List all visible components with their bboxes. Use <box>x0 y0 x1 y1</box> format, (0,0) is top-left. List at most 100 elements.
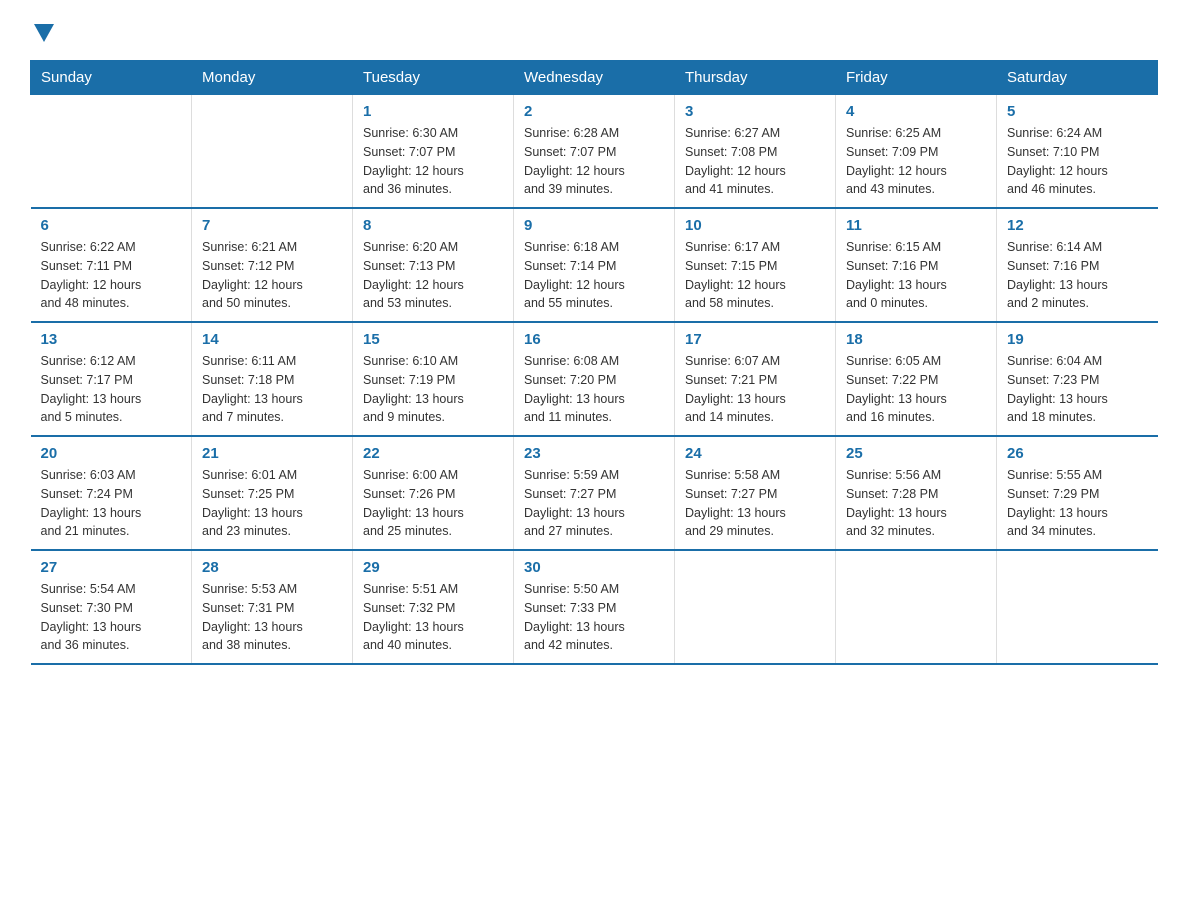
table-row: 17 Sunrise: 6:07 AMSunset: 7:21 PMDayligh… <box>675 322 836 436</box>
day-number: 11 <box>846 217 986 234</box>
day-number: 2 <box>524 103 664 120</box>
logo <box>30 20 54 40</box>
day-info: Sunrise: 6:21 AMSunset: 7:12 PMDaylight:… <box>202 238 342 313</box>
table-row: 13 Sunrise: 6:12 AMSunset: 7:17 PMDayligh… <box>31 322 192 436</box>
day-number: 7 <box>202 217 342 234</box>
table-row: 30 Sunrise: 5:50 AMSunset: 7:33 PMDayligh… <box>514 550 675 664</box>
week-row-3: 13 Sunrise: 6:12 AMSunset: 7:17 PMDayligh… <box>31 322 1158 436</box>
day-info: Sunrise: 6:28 AMSunset: 7:07 PMDaylight:… <box>524 124 664 199</box>
day-info: Sunrise: 5:51 AMSunset: 7:32 PMDaylight:… <box>363 580 503 655</box>
weekday-header-monday: Monday <box>192 61 353 95</box>
weekday-header-saturday: Saturday <box>997 61 1158 95</box>
day-number: 15 <box>363 331 503 348</box>
table-row: 28 Sunrise: 5:53 AMSunset: 7:31 PMDayligh… <box>192 550 353 664</box>
day-number: 9 <box>524 217 664 234</box>
day-number: 8 <box>363 217 503 234</box>
table-row: 8 Sunrise: 6:20 AMSunset: 7:13 PMDaylight… <box>353 208 514 322</box>
table-row: 2 Sunrise: 6:28 AMSunset: 7:07 PMDaylight… <box>514 95 675 209</box>
day-number: 28 <box>202 559 342 576</box>
day-info: Sunrise: 5:56 AMSunset: 7:28 PMDaylight:… <box>846 466 986 541</box>
table-row: 15Sunrise: 6:10 AMSunset: 7:19 PMDayligh… <box>353 322 514 436</box>
day-number: 13 <box>41 331 182 348</box>
week-row-2: 6 Sunrise: 6:22 AMSunset: 7:11 PMDaylight… <box>31 208 1158 322</box>
day-number: 1 <box>363 103 503 120</box>
weekday-header-row: SundayMondayTuesdayWednesdayThursdayFrid… <box>31 61 1158 95</box>
table-row: 16Sunrise: 6:08 AMSunset: 7:20 PMDayligh… <box>514 322 675 436</box>
day-info: Sunrise: 6:15 AMSunset: 7:16 PMDaylight:… <box>846 238 986 313</box>
day-info: Sunrise: 6:08 AMSunset: 7:20 PMDaylight:… <box>524 352 664 427</box>
table-row <box>675 550 836 664</box>
table-row: 18 Sunrise: 6:05 AMSunset: 7:22 PMDayligh… <box>836 322 997 436</box>
table-row: 19 Sunrise: 6:04 AMSunset: 7:23 PMDayligh… <box>997 322 1158 436</box>
day-info: Sunrise: 6:03 AMSunset: 7:24 PMDaylight:… <box>41 466 182 541</box>
day-info: Sunrise: 6:04 AMSunset: 7:23 PMDaylight:… <box>1007 352 1148 427</box>
calendar-body: 1 Sunrise: 6:30 AMSunset: 7:07 PMDaylight… <box>31 95 1158 665</box>
table-row: 25 Sunrise: 5:56 AMSunset: 7:28 PMDayligh… <box>836 436 997 550</box>
day-number: 27 <box>41 559 182 576</box>
table-row: 11 Sunrise: 6:15 AMSunset: 7:16 PMDayligh… <box>836 208 997 322</box>
day-number: 20 <box>41 445 182 462</box>
day-number: 23 <box>524 445 664 462</box>
table-row: 24Sunrise: 5:58 AMSunset: 7:27 PMDayligh… <box>675 436 836 550</box>
table-row: 7 Sunrise: 6:21 AMSunset: 7:12 PMDaylight… <box>192 208 353 322</box>
table-row: 6 Sunrise: 6:22 AMSunset: 7:11 PMDaylight… <box>31 208 192 322</box>
day-number: 6 <box>41 217 182 234</box>
day-number: 3 <box>685 103 825 120</box>
day-number: 5 <box>1007 103 1148 120</box>
day-info: Sunrise: 5:53 AMSunset: 7:31 PMDaylight:… <box>202 580 342 655</box>
weekday-header-tuesday: Tuesday <box>353 61 514 95</box>
day-number: 29 <box>363 559 503 576</box>
weekday-header-wednesday: Wednesday <box>514 61 675 95</box>
page-header <box>30 20 1158 40</box>
day-info: Sunrise: 6:27 AMSunset: 7:08 PMDaylight:… <box>685 124 825 199</box>
day-number: 19 <box>1007 331 1148 348</box>
day-number: 4 <box>846 103 986 120</box>
day-info: Sunrise: 6:17 AMSunset: 7:15 PMDaylight:… <box>685 238 825 313</box>
day-info: Sunrise: 6:25 AMSunset: 7:09 PMDaylight:… <box>846 124 986 199</box>
day-info: Sunrise: 6:18 AMSunset: 7:14 PMDaylight:… <box>524 238 664 313</box>
table-row <box>192 95 353 209</box>
table-row: 20 Sunrise: 6:03 AMSunset: 7:24 PMDayligh… <box>31 436 192 550</box>
week-row-5: 27 Sunrise: 5:54 AMSunset: 7:30 PMDayligh… <box>31 550 1158 664</box>
day-info: Sunrise: 5:55 AMSunset: 7:29 PMDaylight:… <box>1007 466 1148 541</box>
day-info: Sunrise: 6:24 AMSunset: 7:10 PMDaylight:… <box>1007 124 1148 199</box>
day-info: Sunrise: 6:11 AMSunset: 7:18 PMDaylight:… <box>202 352 342 427</box>
table-row: 3 Sunrise: 6:27 AMSunset: 7:08 PMDaylight… <box>675 95 836 209</box>
day-number: 18 <box>846 331 986 348</box>
table-row: 12 Sunrise: 6:14 AMSunset: 7:16 PMDayligh… <box>997 208 1158 322</box>
day-number: 14 <box>202 331 342 348</box>
day-number: 30 <box>524 559 664 576</box>
table-row: 5 Sunrise: 6:24 AMSunset: 7:10 PMDaylight… <box>997 95 1158 209</box>
day-info: Sunrise: 6:20 AMSunset: 7:13 PMDaylight:… <box>363 238 503 313</box>
day-number: 17 <box>685 331 825 348</box>
day-number: 21 <box>202 445 342 462</box>
table-row: 10Sunrise: 6:17 AMSunset: 7:15 PMDayligh… <box>675 208 836 322</box>
day-info: Sunrise: 5:50 AMSunset: 7:33 PMDaylight:… <box>524 580 664 655</box>
table-row: 9 Sunrise: 6:18 AMSunset: 7:14 PMDaylight… <box>514 208 675 322</box>
table-row: 27 Sunrise: 5:54 AMSunset: 7:30 PMDayligh… <box>31 550 192 664</box>
day-number: 12 <box>1007 217 1148 234</box>
weekday-header-sunday: Sunday <box>31 61 192 95</box>
day-number: 25 <box>846 445 986 462</box>
table-row: 14 Sunrise: 6:11 AMSunset: 7:18 PMDayligh… <box>192 322 353 436</box>
table-row: 22 Sunrise: 6:00 AMSunset: 7:26 PMDayligh… <box>353 436 514 550</box>
table-row <box>997 550 1158 664</box>
day-info: Sunrise: 6:30 AMSunset: 7:07 PMDaylight:… <box>363 124 503 199</box>
day-info: Sunrise: 5:54 AMSunset: 7:30 PMDaylight:… <box>41 580 182 655</box>
day-info: Sunrise: 6:05 AMSunset: 7:22 PMDaylight:… <box>846 352 986 427</box>
day-number: 22 <box>363 445 503 462</box>
calendar-table: SundayMondayTuesdayWednesdayThursdayFrid… <box>30 60 1158 665</box>
day-info: Sunrise: 5:59 AMSunset: 7:27 PMDaylight:… <box>524 466 664 541</box>
table-row: 21 Sunrise: 6:01 AMSunset: 7:25 PMDayligh… <box>192 436 353 550</box>
day-info: Sunrise: 6:14 AMSunset: 7:16 PMDaylight:… <box>1007 238 1148 313</box>
table-row: 1 Sunrise: 6:30 AMSunset: 7:07 PMDaylight… <box>353 95 514 209</box>
day-info: Sunrise: 6:22 AMSunset: 7:11 PMDaylight:… <box>41 238 182 313</box>
day-info: Sunrise: 6:00 AMSunset: 7:26 PMDaylight:… <box>363 466 503 541</box>
day-info: Sunrise: 6:07 AMSunset: 7:21 PMDaylight:… <box>685 352 825 427</box>
table-row: 26Sunrise: 5:55 AMSunset: 7:29 PMDayligh… <box>997 436 1158 550</box>
day-info: Sunrise: 5:58 AMSunset: 7:27 PMDaylight:… <box>685 466 825 541</box>
table-row <box>31 95 192 209</box>
day-info: Sunrise: 6:12 AMSunset: 7:17 PMDaylight:… <box>41 352 182 427</box>
table-row <box>836 550 997 664</box>
day-info: Sunrise: 6:01 AMSunset: 7:25 PMDaylight:… <box>202 466 342 541</box>
